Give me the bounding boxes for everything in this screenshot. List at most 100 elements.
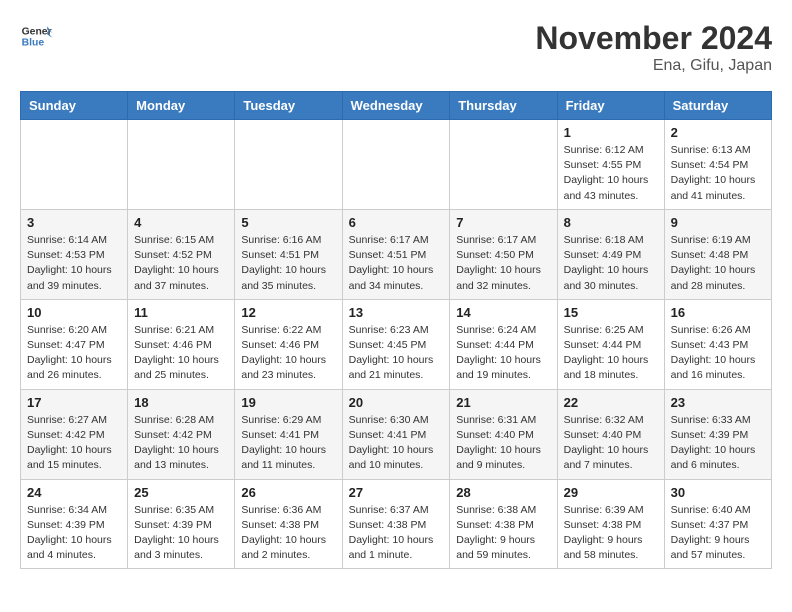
day-number: 13 [349, 305, 444, 320]
day-number: 27 [349, 485, 444, 500]
day-of-week-header: Monday [128, 92, 235, 120]
calendar-cell: 1 Sunrise: 6:12 AM Sunset: 4:55 PM Daylig… [557, 120, 664, 210]
day-number: 16 [671, 305, 765, 320]
title-section: November 2024 Ena, Gifu, Japan [535, 20, 772, 75]
calendar-cell: 10 Sunrise: 6:20 AM Sunset: 4:47 PM Dayli… [21, 299, 128, 389]
calendar-cell: 29Sunrise: 6:39 AM Sunset: 4:38 PM Dayli… [557, 479, 664, 569]
day-info: Sunrise: 6:39 AM Sunset: 4:38 PM Dayligh… [564, 503, 658, 564]
calendar-cell: 26 Sunrise: 6:36 AM Sunset: 4:38 PM Dayli… [235, 479, 342, 569]
calendar-cell: 28 Sunrise: 6:38 AM Sunset: 4:38 PM Dayli… [450, 479, 557, 569]
day-info: Sunrise: 6:22 AM Sunset: 4:46 PM Dayligh… [241, 323, 335, 384]
calendar-cell [128, 120, 235, 210]
calendar-cell: 6Sunrise: 6:17 AM Sunset: 4:51 PM Daylig… [342, 209, 450, 299]
day-info: Sunrise: 6:13 AM Sunset: 4:54 PM Dayligh… [671, 143, 765, 204]
calendar-cell: 18Sunrise: 6:28 AM Sunset: 4:42 PM Dayli… [128, 389, 235, 479]
calendar-cell: 30Sunrise: 6:40 AM Sunset: 4:37 PM Dayli… [664, 479, 771, 569]
calendar-cell: 23 Sunrise: 6:33 AM Sunset: 4:39 PM Dayli… [664, 389, 771, 479]
day-number: 9 [671, 215, 765, 230]
calendar-header-row: SundayMondayTuesdayWednesdayThursdayFrid… [21, 92, 772, 120]
day-number: 10 [27, 305, 121, 320]
day-info: Sunrise: 6:25 AM Sunset: 4:44 PM Dayligh… [564, 323, 658, 384]
calendar-cell: 14 Sunrise: 6:24 AM Sunset: 4:44 PM Dayli… [450, 299, 557, 389]
calendar-cell: 27 Sunrise: 6:37 AM Sunset: 4:38 PM Dayli… [342, 479, 450, 569]
calendar-cell: 15Sunrise: 6:25 AM Sunset: 4:44 PM Dayli… [557, 299, 664, 389]
day-number: 2 [671, 125, 765, 140]
month-title: November 2024 [535, 20, 772, 57]
calendar-cell: 11Sunrise: 6:21 AM Sunset: 4:46 PM Dayli… [128, 299, 235, 389]
day-info: Sunrise: 6:29 AM Sunset: 4:41 PM Dayligh… [241, 413, 335, 474]
day-number: 21 [456, 395, 550, 410]
day-info: Sunrise: 6:26 AM Sunset: 4:43 PM Dayligh… [671, 323, 765, 384]
day-of-week-header: Wednesday [342, 92, 450, 120]
calendar-week-row: 1 Sunrise: 6:12 AM Sunset: 4:55 PM Daylig… [21, 120, 772, 210]
day-number: 26 [241, 485, 335, 500]
day-number: 12 [241, 305, 335, 320]
day-number: 17 [27, 395, 121, 410]
day-info: Sunrise: 6:16 AM Sunset: 4:51 PM Dayligh… [241, 233, 335, 294]
day-of-week-header: Sunday [21, 92, 128, 120]
logo-icon: General Blue [20, 20, 52, 52]
day-info: Sunrise: 6:27 AM Sunset: 4:42 PM Dayligh… [27, 413, 121, 474]
day-number: 3 [27, 215, 121, 230]
location: Ena, Gifu, Japan [535, 57, 772, 75]
calendar-week-row: 10 Sunrise: 6:20 AM Sunset: 4:47 PM Dayli… [21, 299, 772, 389]
day-number: 14 [456, 305, 550, 320]
calendar-cell: 20 Sunrise: 6:30 AM Sunset: 4:41 PM Dayli… [342, 389, 450, 479]
calendar-cell: 9 Sunrise: 6:19 AM Sunset: 4:48 PM Daylig… [664, 209, 771, 299]
calendar-cell [21, 120, 128, 210]
day-of-week-header: Friday [557, 92, 664, 120]
calendar-cell: 12 Sunrise: 6:22 AM Sunset: 4:46 PM Dayli… [235, 299, 342, 389]
day-info: Sunrise: 6:38 AM Sunset: 4:38 PM Dayligh… [456, 503, 550, 564]
day-number: 19 [241, 395, 335, 410]
day-info: Sunrise: 6:23 AM Sunset: 4:45 PM Dayligh… [349, 323, 444, 384]
calendar-cell [235, 120, 342, 210]
calendar-cell: 3 Sunrise: 6:14 AM Sunset: 4:53 PM Daylig… [21, 209, 128, 299]
calendar-cell: 13 Sunrise: 6:23 AM Sunset: 4:45 PM Dayli… [342, 299, 450, 389]
day-info: Sunrise: 6:30 AM Sunset: 4:41 PM Dayligh… [349, 413, 444, 474]
day-info: Sunrise: 6:37 AM Sunset: 4:38 PM Dayligh… [349, 503, 444, 564]
day-info: Sunrise: 6:18 AM Sunset: 4:49 PM Dayligh… [564, 233, 658, 294]
day-info: Sunrise: 6:33 AM Sunset: 4:39 PM Dayligh… [671, 413, 765, 474]
day-of-week-header: Saturday [664, 92, 771, 120]
day-number: 23 [671, 395, 765, 410]
calendar-cell: 8 Sunrise: 6:18 AM Sunset: 4:49 PM Daylig… [557, 209, 664, 299]
calendar-cell: 21 Sunrise: 6:31 AM Sunset: 4:40 PM Dayli… [450, 389, 557, 479]
day-info: Sunrise: 6:36 AM Sunset: 4:38 PM Dayligh… [241, 503, 335, 564]
day-info: Sunrise: 6:12 AM Sunset: 4:55 PM Dayligh… [564, 143, 658, 204]
day-info: Sunrise: 6:17 AM Sunset: 4:50 PM Dayligh… [456, 233, 550, 294]
day-number: 8 [564, 215, 658, 230]
calendar-cell: 25 Sunrise: 6:35 AM Sunset: 4:39 PM Dayli… [128, 479, 235, 569]
calendar-cell: 16 Sunrise: 6:26 AM Sunset: 4:43 PM Dayli… [664, 299, 771, 389]
calendar-table: SundayMondayTuesdayWednesdayThursdayFrid… [20, 91, 772, 569]
day-number: 22 [564, 395, 658, 410]
day-info: Sunrise: 6:14 AM Sunset: 4:53 PM Dayligh… [27, 233, 121, 294]
page-header: General Blue November 2024 Ena, Gifu, Ja… [20, 20, 772, 75]
calendar-cell: 5 Sunrise: 6:16 AM Sunset: 4:51 PM Daylig… [235, 209, 342, 299]
day-number: 5 [241, 215, 335, 230]
day-number: 1 [564, 125, 658, 140]
calendar-cell: 7 Sunrise: 6:17 AM Sunset: 4:50 PM Daylig… [450, 209, 557, 299]
day-info: Sunrise: 6:17 AM Sunset: 4:51 PM Dayligh… [349, 233, 444, 294]
calendar-week-row: 17 Sunrise: 6:27 AM Sunset: 4:42 PM Dayli… [21, 389, 772, 479]
calendar-cell [450, 120, 557, 210]
svg-text:Blue: Blue [22, 38, 45, 49]
day-number: 25 [134, 485, 228, 500]
day-number: 30 [671, 485, 765, 500]
calendar-cell: 2 Sunrise: 6:13 AM Sunset: 4:54 PM Daylig… [664, 120, 771, 210]
day-info: Sunrise: 6:21 AM Sunset: 4:46 PM Dayligh… [134, 323, 228, 384]
day-info: Sunrise: 6:31 AM Sunset: 4:40 PM Dayligh… [456, 413, 550, 474]
day-info: Sunrise: 6:24 AM Sunset: 4:44 PM Dayligh… [456, 323, 550, 384]
day-number: 4 [134, 215, 228, 230]
logo: General Blue [20, 20, 52, 52]
day-info: Sunrise: 6:20 AM Sunset: 4:47 PM Dayligh… [27, 323, 121, 384]
calendar-cell: 19 Sunrise: 6:29 AM Sunset: 4:41 PM Dayli… [235, 389, 342, 479]
day-number: 7 [456, 215, 550, 230]
calendar-cell: 17 Sunrise: 6:27 AM Sunset: 4:42 PM Dayli… [21, 389, 128, 479]
day-number: 28 [456, 485, 550, 500]
day-info: Sunrise: 6:15 AM Sunset: 4:52 PM Dayligh… [134, 233, 228, 294]
day-info: Sunrise: 6:35 AM Sunset: 4:39 PM Dayligh… [134, 503, 228, 564]
day-info: Sunrise: 6:19 AM Sunset: 4:48 PM Dayligh… [671, 233, 765, 294]
day-number: 20 [349, 395, 444, 410]
day-number: 24 [27, 485, 121, 500]
day-of-week-header: Tuesday [235, 92, 342, 120]
